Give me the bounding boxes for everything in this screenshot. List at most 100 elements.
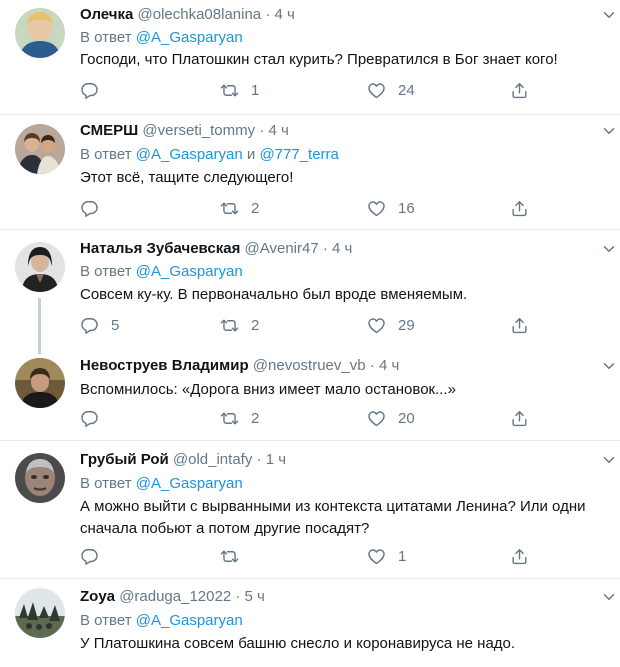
author-handle[interactable]: @old_intafy: [173, 451, 252, 468]
like-button[interactable]: 16: [367, 197, 415, 219]
reply-prefix: В ответ: [80, 29, 132, 46]
retweet-icon: [220, 547, 239, 566]
like-button[interactable]: 20: [367, 407, 415, 429]
retweet-icon: [220, 81, 239, 100]
author-handle[interactable]: @verseti_tommy: [142, 122, 255, 139]
share-icon: [510, 409, 529, 428]
like-count: 16: [398, 199, 415, 217]
retweet-button[interactable]: 1: [220, 79, 259, 101]
mention-link[interactable]: @A_Gasparyan: [136, 146, 243, 163]
tweet[interactable]: Невоструев Владимир @nevostruev_vb · 4 ч…: [0, 350, 620, 436]
author-name[interactable]: Наталья Зубачевская: [80, 240, 240, 257]
mention-joiner: и: [246, 146, 256, 163]
retweet-icon: [220, 199, 239, 218]
chevron-down-icon[interactable]: [600, 451, 618, 469]
avatar[interactable]: [15, 124, 65, 174]
tweet[interactable]: Олечка @olechka08lanina · 4 ч В ответ @A…: [0, 0, 620, 110]
retweet-count: 1: [251, 81, 260, 99]
heart-icon: [367, 316, 386, 335]
tweet[interactable]: Наталья Зубачевская @Avenir47 · 4 ч В от…: [0, 230, 620, 340]
retweet-count: 2: [251, 199, 260, 217]
like-button[interactable]: 24: [367, 79, 415, 101]
retweet-button[interactable]: [220, 545, 251, 567]
reply-icon: [80, 409, 99, 428]
chevron-down-icon[interactable]: [600, 240, 618, 258]
reply-icon: [80, 81, 99, 100]
author-name[interactable]: Невоструев Владимир: [80, 357, 249, 374]
author-handle[interactable]: @olechka08lanina: [138, 6, 262, 23]
share-button[interactable]: [510, 314, 529, 336]
author-name[interactable]: Олечка: [80, 6, 133, 23]
reply-count: 5: [111, 316, 120, 334]
timestamp[interactable]: 5 ч: [245, 588, 265, 605]
separator-dot: ·: [235, 588, 241, 605]
heart-icon: [367, 547, 386, 566]
author-name[interactable]: Грубый Рой: [80, 451, 169, 468]
timestamp[interactable]: 4 ч: [275, 6, 295, 23]
reply-button[interactable]: [80, 79, 111, 101]
chevron-down-icon[interactable]: [600, 588, 618, 606]
like-count: 1: [398, 547, 407, 565]
like-button[interactable]: 1: [367, 545, 406, 567]
retweet-button[interactable]: 2: [220, 407, 259, 429]
reply-prefix: В ответ: [80, 263, 132, 280]
timestamp[interactable]: 1 ч: [266, 451, 286, 468]
share-button[interactable]: [510, 79, 529, 101]
like-button[interactable]: 29: [367, 314, 415, 336]
tweet-text: Вспомнилось: «Дорога вниз имеет мало ост…: [80, 381, 456, 398]
mention-link[interactable]: @A_Gasparyan: [136, 29, 243, 46]
separator-dot: ·: [256, 451, 262, 468]
share-button[interactable]: [510, 197, 529, 219]
timestamp[interactable]: 4 ч: [268, 122, 288, 139]
tweet[interactable]: Грубый Рой @old_intafy · 1 ч В ответ @A_…: [0, 441, 620, 575]
retweet-icon: [220, 316, 239, 335]
heart-icon: [367, 81, 386, 100]
separator-dot: ·: [322, 240, 328, 257]
tweet-text: Господи, что Платошкин стал курить? Прев…: [80, 51, 558, 68]
timestamp[interactable]: 4 ч: [379, 357, 399, 374]
retweet-count: 2: [251, 409, 260, 427]
heart-icon: [367, 199, 386, 218]
share-icon: [510, 199, 529, 218]
retweet-button[interactable]: 2: [220, 197, 259, 219]
like-count: 29: [398, 316, 415, 334]
share-icon: [510, 547, 529, 566]
reply-prefix: В ответ: [80, 612, 132, 629]
reply-button[interactable]: [80, 545, 111, 567]
author-name[interactable]: СМЕРШ: [80, 122, 138, 139]
reply-button[interactable]: [80, 407, 111, 429]
mention-link[interactable]: @777_terra: [259, 146, 338, 163]
avatar[interactable]: [15, 242, 65, 292]
avatar[interactable]: [15, 8, 65, 58]
retweet-button[interactable]: 2: [220, 314, 259, 336]
share-button[interactable]: [510, 545, 529, 567]
retweet-count: 2: [251, 316, 260, 334]
tweet-text: А можно выйти с вырванными из контекста …: [80, 498, 586, 537]
reply-icon: [80, 316, 99, 335]
author-name[interactable]: Zoya: [80, 588, 115, 605]
separator-dot: ·: [265, 6, 271, 23]
retweet-icon: [220, 409, 239, 428]
reply-button[interactable]: [80, 197, 111, 219]
chevron-down-icon[interactable]: [600, 6, 618, 24]
tweet-text: У Платошкина совсем башню снесло и корон…: [80, 635, 516, 652]
share-button[interactable]: [510, 407, 529, 429]
reply-icon: [80, 547, 99, 566]
reply-icon: [80, 199, 99, 218]
chevron-down-icon[interactable]: [600, 122, 618, 140]
mention-link[interactable]: @A_Gasparyan: [136, 263, 243, 280]
avatar[interactable]: [15, 588, 65, 638]
reply-button[interactable]: 5: [80, 314, 119, 336]
avatar[interactable]: [15, 358, 65, 408]
author-handle[interactable]: @Avenir47: [245, 240, 319, 257]
author-handle[interactable]: @raduga_12022: [119, 588, 231, 605]
tweet[interactable]: СМЕРШ @verseti_tommy · 4 ч В ответ @A_Ga…: [0, 115, 620, 225]
reply-prefix: В ответ: [80, 146, 132, 163]
chevron-down-icon[interactable]: [600, 357, 618, 375]
timestamp[interactable]: 4 ч: [332, 240, 352, 257]
mention-link[interactable]: @A_Gasparyan: [136, 612, 243, 629]
mention-link[interactable]: @A_Gasparyan: [136, 475, 243, 492]
author-handle[interactable]: @nevostruev_vb: [253, 357, 366, 374]
avatar[interactable]: [15, 453, 65, 503]
tweet[interactable]: Zoya @raduga_12022 · 5 ч В ответ @A_Gasp…: [0, 579, 620, 667]
